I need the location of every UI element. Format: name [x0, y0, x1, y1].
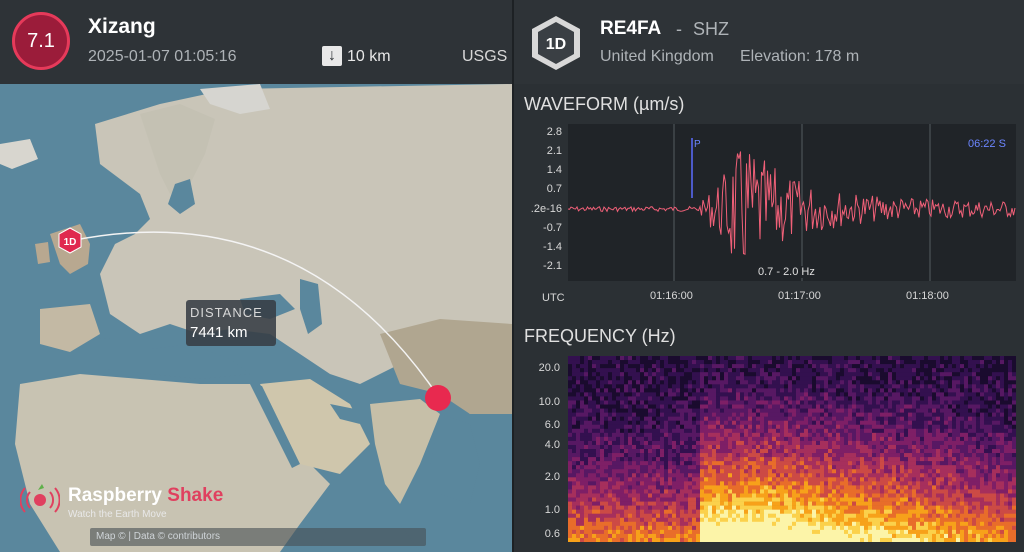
brand-name: Raspberry Shake [68, 485, 224, 506]
wave-xtick: 01:18:00 [906, 290, 949, 302]
waveform-graphic [567, 124, 1016, 281]
station-country: United Kingdom [600, 48, 714, 65]
freq-ytick: 6.0 [544, 419, 560, 431]
freq-ytick: 2.0 [544, 471, 560, 483]
waveform-title: WAVEFORM (µm/s) [524, 94, 685, 114]
wave-ytick: 2.1 [546, 145, 562, 157]
utc-label: UTC [542, 292, 565, 304]
station-header [514, 0, 1024, 84]
freq-ytick: 20.0 [538, 362, 560, 374]
wave-ytick: 2.8 [546, 126, 562, 138]
station-separator: - [676, 19, 682, 39]
station-channel: SHZ [693, 19, 729, 39]
station-elevation: Elevation: 178 m [740, 48, 860, 65]
freq-ytick: 4.0 [544, 439, 560, 451]
p-wave-marker: P [694, 139, 701, 150]
event-datetime: 2025-01-07 01:05:16 [88, 48, 237, 65]
epicenter-marker[interactable] [425, 385, 451, 411]
map-attribution[interactable]: Map © | Data © contributors [90, 528, 426, 546]
wave-ytick: -1.4 [543, 241, 562, 253]
distance-label: DISTANCE [190, 305, 263, 320]
raspberry-shake-logo-icon [19, 480, 61, 521]
filter-label[interactable]: 0.7 - 2.0 Hz [756, 266, 817, 278]
depth-arrow-icon: ↓ [322, 46, 342, 66]
wave-ytick: 0.7 [546, 183, 562, 195]
distance-value: 7441 km [190, 324, 248, 341]
spectrogram-plot[interactable] [568, 356, 1017, 543]
magnitude-value: 7.1 [27, 29, 55, 52]
wave-ytick: -0.7 [543, 222, 562, 234]
brand-tagline: Watch the Earth Move [68, 509, 167, 520]
station-code: RE4FA [600, 18, 662, 39]
event-source: USGS [462, 48, 508, 65]
waveform-plot[interactable] [567, 124, 1016, 281]
station-badge: 1D [530, 14, 582, 77]
event-depth: 10 km [347, 48, 391, 65]
freq-ytick: 10.0 [538, 396, 560, 408]
freq-ytick: 0.6 [544, 528, 560, 540]
event-header [0, 0, 512, 84]
wave-ytick: 1.4 [546, 164, 562, 176]
wave-xtick: 01:16:00 [650, 290, 693, 302]
event-region: Xizang [88, 15, 156, 38]
station-badge-label: 1D [546, 36, 566, 53]
station-marker-label: 1D [64, 237, 77, 248]
wave-ytick: .2e-16 [530, 203, 562, 215]
wave-ytick: -2.1 [543, 260, 562, 272]
spectrogram-graphic [568, 356, 1017, 543]
frequency-title: FREQUENCY (Hz) [524, 326, 676, 346]
magnitude-badge: 7.1 [12, 12, 70, 70]
freq-ytick: 1.0 [544, 504, 560, 516]
time-readout: 06:22 S [968, 138, 1006, 150]
wave-xtick: 01:17:00 [778, 290, 821, 302]
